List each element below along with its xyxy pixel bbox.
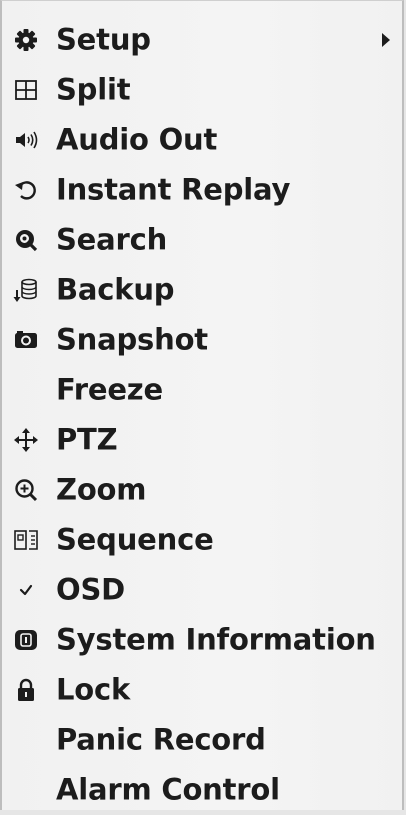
menu-item-panic-record[interactable]: Panic Record [2,715,402,765]
camera-icon [10,324,42,356]
menu-item-search[interactable]: Search [2,215,402,265]
menu-item-label: PTZ [56,422,118,457]
menu-item-backup[interactable]: Backup [2,265,402,315]
menu-item-label: Instant Replay [56,172,291,207]
menu-item-label: Snapshot [56,322,208,357]
menu-item-split[interactable]: Split [2,65,402,115]
menu-item-label: Search [56,222,168,257]
grid-icon [10,74,42,106]
menu-item-label: Alarm Control [56,772,280,807]
menu-item-label: Zoom [56,472,147,507]
menu-item-zoom[interactable]: Zoom [2,465,402,515]
menu-item-label: OSD [56,572,126,607]
speaker-icon [10,124,42,156]
submenu-arrow-icon [382,33,390,47]
menu-item-label: Setup [56,22,151,57]
menu-item-system-information[interactable]: System Information [2,615,402,665]
menu-item-label: Sequence [56,522,214,557]
menu-item-label: Split [56,72,131,107]
sequence-icon [10,524,42,556]
move-icon [10,424,42,456]
menu-item-label: Lock [56,672,131,707]
menu-item-label: Panic Record [56,722,266,757]
menu-item-label: System Information [56,622,376,657]
gear-icon [10,24,42,56]
menu-item-ptz[interactable]: PTZ [2,415,402,465]
menu-item-snapshot[interactable]: Snapshot [2,315,402,365]
menu-item-sequence[interactable]: Sequence [2,515,402,565]
menu-item-alarm-control[interactable]: Alarm Control [2,765,402,815]
menu-item-label: Freeze [56,372,163,407]
zoom-icon [10,474,42,506]
replay-icon [10,174,42,206]
menu-item-instant-replay[interactable]: Instant Replay [2,165,402,215]
menu-item-setup[interactable]: Setup [2,15,402,65]
menu-item-freeze[interactable]: Freeze [2,365,402,415]
menu-item-label: Audio Out [56,122,218,157]
menu-item-lock[interactable]: Lock [2,665,402,715]
menu-item-label: Backup [56,272,175,307]
info-icon [10,624,42,656]
search-icon [10,224,42,256]
lock-icon [10,674,42,706]
context-menu: Setup Split Audio Out Instant Replay Sea… [0,0,404,810]
checkmark-icon [10,574,42,606]
backup-icon [10,274,42,306]
menu-item-audio-out[interactable]: Audio Out [2,115,402,165]
menu-item-osd[interactable]: OSD [2,565,402,615]
